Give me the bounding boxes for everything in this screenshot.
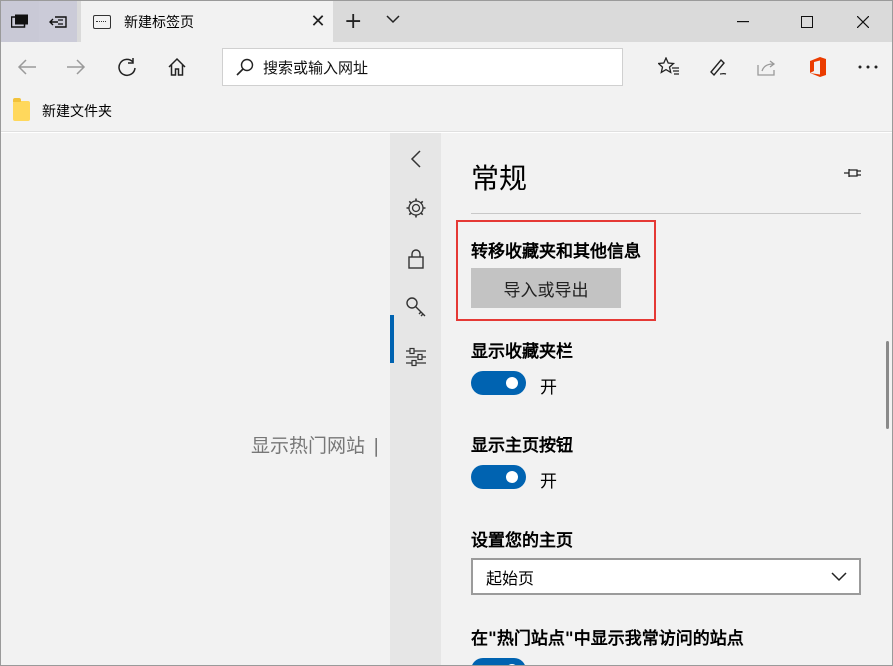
show-top-sites-label: 显示热门网站 (251, 435, 366, 457)
tab-title: 新建标签页 (124, 14, 194, 31)
homepage-select[interactable]: 起始页 (471, 558, 861, 595)
close-window-icon[interactable] (841, 1, 885, 42)
tab-new-tab[interactable]: 新建标签页 ✕ (81, 1, 333, 42)
favorites-bar: 新建文件夹 (1, 92, 892, 132)
home-button-toggle-label: 开 (540, 472, 557, 492)
back-arrow-icon[interactable] (14, 54, 40, 80)
close-tab-icon[interactable]: ✕ (303, 11, 333, 32)
more-options-icon[interactable] (855, 54, 881, 80)
home-icon[interactable] (164, 54, 190, 80)
refresh-icon[interactable] (114, 54, 140, 80)
chevron-down-icon (819, 571, 859, 582)
office-icon[interactable] (805, 54, 831, 80)
minimize-icon[interactable] (721, 1, 765, 42)
favorites-bar-heading: 显示收藏夹栏 (471, 342, 573, 362)
tab-manager-icon[interactable] (1, 1, 39, 42)
import-export-button[interactable]: 导入或导出 (471, 268, 621, 308)
settings-rail (390, 133, 441, 665)
divider (471, 213, 861, 214)
browser-window: 新建标签页 ✕ + 搜索或输入网址 新建文件夹 显示热门网站 | 常规 转移收藏… (0, 0, 893, 666)
settings-panel: 常规 转移收藏夹和其他信息 导入或导出 显示收藏夹栏 开 显示主页按钮 开 设置… (441, 133, 892, 665)
gear-icon[interactable] (390, 186, 441, 230)
homepage-select-value: 起始页 (486, 568, 535, 588)
new-tab-page-icon (93, 14, 111, 29)
folder-label: 新建文件夹 (42, 104, 112, 120)
web-note-pen-icon[interactable] (705, 54, 731, 80)
forward-arrow-icon[interactable] (63, 54, 89, 80)
pin-icon[interactable] (843, 165, 863, 184)
tab-preview-chevron-icon[interactable] (385, 11, 401, 31)
favorites-folder-item[interactable]: 新建文件夹 (13, 98, 112, 121)
lock-icon[interactable] (390, 237, 441, 281)
favorites-star-icon[interactable] (656, 54, 682, 80)
collapse-chevron-icon[interactable] (390, 137, 441, 181)
home-button-heading: 显示主页按钮 (471, 436, 573, 456)
top-sites-toggle[interactable] (471, 658, 526, 665)
address-bar[interactable]: 搜索或输入网址 (222, 48, 623, 86)
key-icon[interactable] (390, 285, 441, 329)
set-aside-tabs-icon[interactable] (39, 1, 77, 42)
top-sites-heading: 在"热门站点"中显示我常访问的站点 (471, 629, 744, 649)
separator: | (373, 435, 380, 457)
favorites-bar-toggle[interactable] (471, 371, 526, 395)
top-sites-toggle-label: 开 (540, 660, 557, 665)
new-tab-page: 显示热门网站 | (1, 133, 390, 665)
transfer-heading: 转移收藏夹和其他信息 (471, 242, 641, 262)
address-placeholder: 搜索或输入网址 (263, 58, 369, 77)
panel-title: 常规 (471, 162, 528, 195)
new-tab-icon[interactable]: + (344, 9, 362, 34)
navigation-bar: 搜索或输入网址 (1, 42, 892, 92)
favorites-bar-toggle-label: 开 (540, 378, 557, 398)
folder-icon (13, 98, 30, 121)
sliders-icon[interactable] (390, 335, 441, 379)
homepage-heading: 设置您的主页 (471, 531, 573, 551)
search-icon (235, 57, 255, 77)
toggle-knob (506, 471, 518, 483)
toggle-knob (506, 377, 518, 389)
share-icon[interactable] (754, 54, 780, 80)
home-button-toggle[interactable] (471, 465, 526, 489)
scrollbar-thumb[interactable] (886, 341, 889, 429)
tab-bar: 新建标签页 ✕ + (1, 1, 892, 42)
show-top-sites-link[interactable]: 显示热门网站 | (251, 431, 379, 458)
maximize-icon[interactable] (785, 1, 829, 42)
